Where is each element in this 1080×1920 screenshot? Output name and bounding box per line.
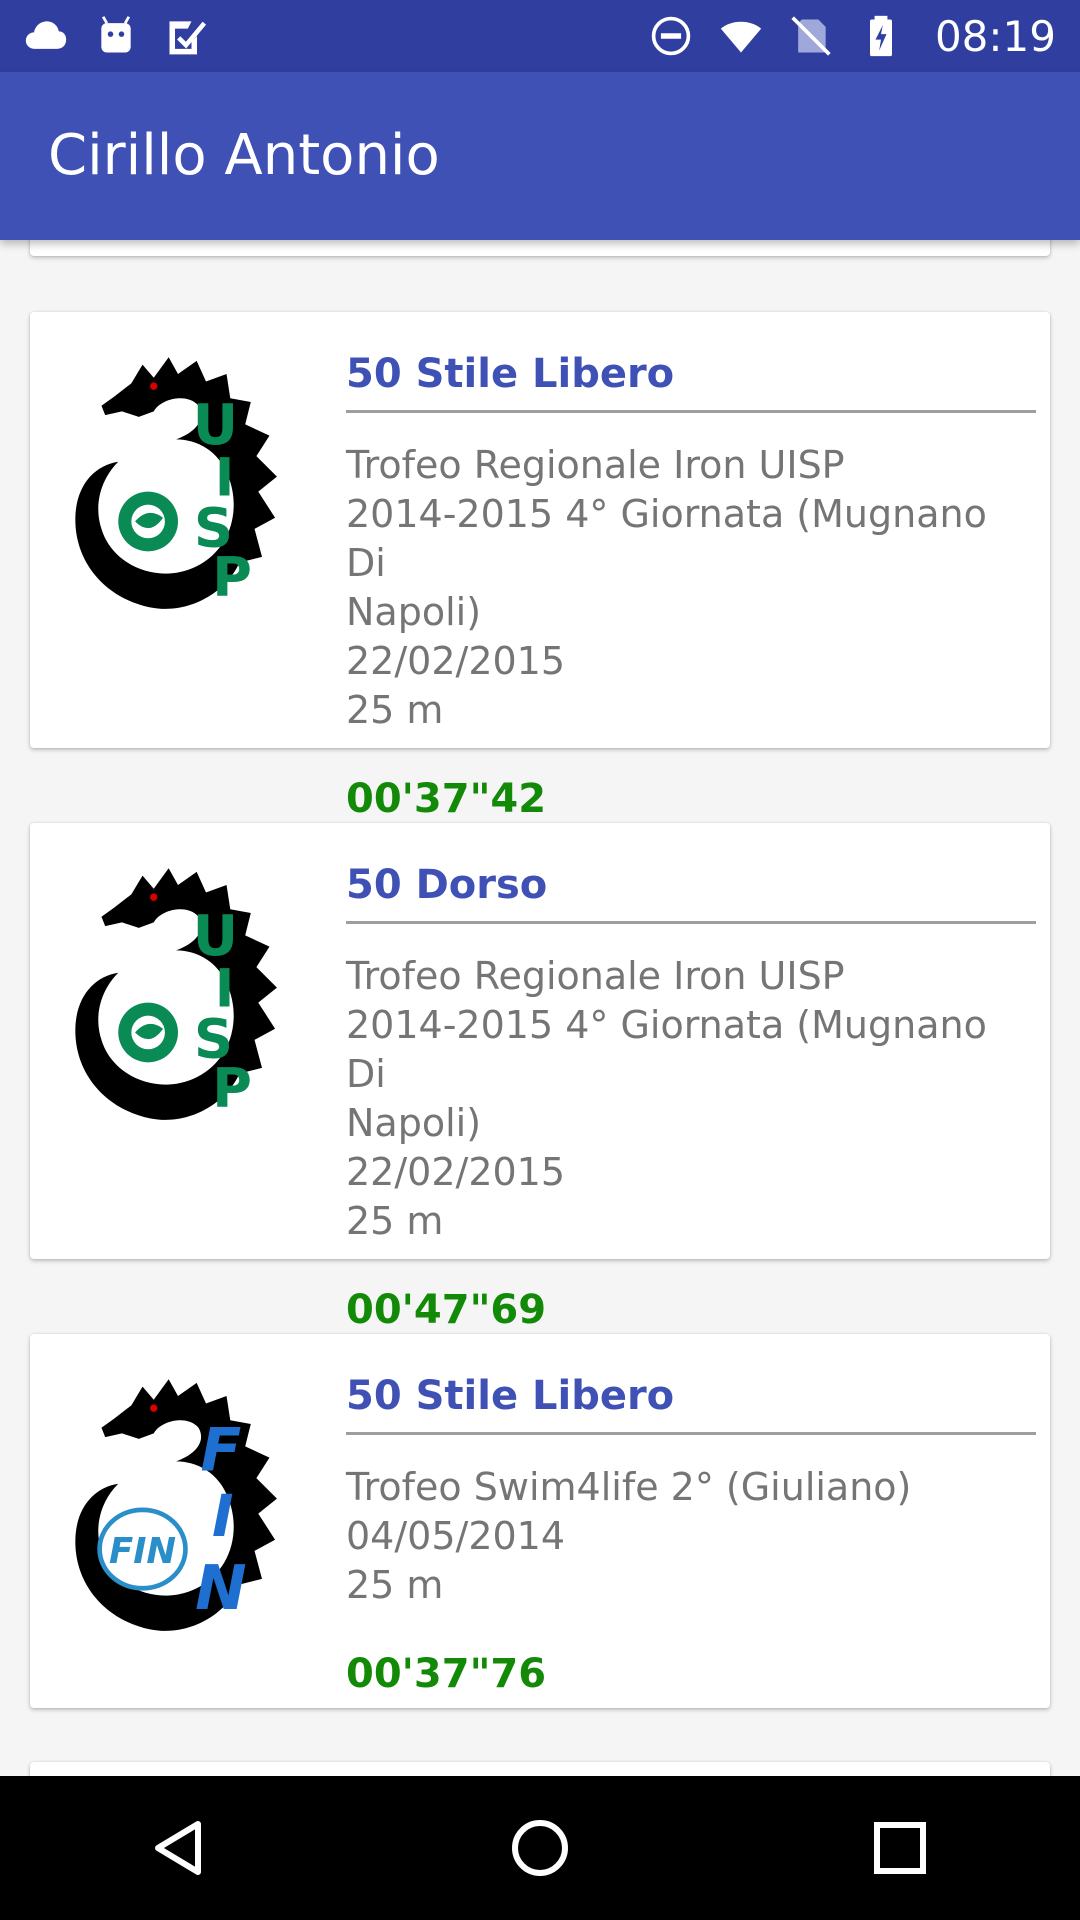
result-time: 00'37"42 xyxy=(346,776,547,822)
recents-icon xyxy=(874,1822,926,1874)
result-card-partial[interactable] xyxy=(30,240,1050,256)
result-time: 00'47"69 xyxy=(346,1287,547,1333)
navigation-bar xyxy=(0,1776,1080,1920)
result-card-partial[interactable] xyxy=(30,1762,1050,1776)
card-body: 50 Dorso Trofeo Regionale Iron UISP 2014… xyxy=(346,857,1036,1336)
screen: 08:19 Cirillo Antonio U I S P 50 Stile L… xyxy=(0,0,1080,1920)
home-icon xyxy=(512,1820,568,1876)
no-sim-icon xyxy=(791,16,831,56)
recents-button[interactable] xyxy=(840,1788,960,1908)
pool-length: 25 m xyxy=(346,1199,444,1243)
meet-name-line: Trofeo Regionale Iron UISP xyxy=(346,443,845,487)
result-card[interactable]: U I S P 50 Stile Libero Trofeo Regionale… xyxy=(30,312,1050,822)
meet-name-line: Trofeo Swim4life 2° (Giuliano) xyxy=(346,1465,912,1509)
back-icon xyxy=(155,1821,201,1875)
fin-logo: F I N FIN xyxy=(75,1379,277,1631)
do-not-disturb-icon xyxy=(651,16,691,56)
meet-info: Trofeo Regionale Iron UISP 2014-2015 4° … xyxy=(346,952,1036,1246)
app-bar: Cirillo Antonio xyxy=(0,72,1080,240)
task-check-icon xyxy=(169,21,207,55)
meet-name-line: Napoli) xyxy=(346,590,482,634)
svg-text:N: N xyxy=(195,1552,247,1624)
meet-name-line: Trofeo Regionale Iron UISP xyxy=(346,954,845,998)
meet-date: 04/05/2014 xyxy=(346,1514,566,1558)
app-title: Cirillo Antonio xyxy=(48,123,440,188)
meet-date: 22/02/2015 xyxy=(346,1150,566,1194)
svg-text:FIN: FIN xyxy=(109,1531,176,1572)
status-left xyxy=(24,14,208,58)
svg-text:I: I xyxy=(212,1482,234,1550)
meet-name-line: 2014-2015 4° Giornata (Mugnano Di xyxy=(346,492,987,585)
status-right: 08:19 xyxy=(649,12,1056,61)
meet-info: Trofeo Regionale Iron UISP 2014-2015 4° … xyxy=(346,441,1036,735)
result-time: 00'37"76 xyxy=(346,1651,547,1697)
back-button[interactable] xyxy=(120,1788,240,1908)
status-time: 08:19 xyxy=(934,11,1056,61)
pool-length: 25 m xyxy=(346,688,444,732)
result-card[interactable]: F I N FIN 50 Stile Libero Trofeo Swim4li… xyxy=(30,1334,1050,1708)
event-title: 50 Stile Libero xyxy=(346,1368,1036,1435)
svg-text:P: P xyxy=(212,546,252,609)
results-list[interactable]: U I S P 50 Stile Libero Trofeo Regionale… xyxy=(0,240,1080,1776)
wifi-icon xyxy=(720,21,762,53)
meet-info: Trofeo Swim4life 2° (Giuliano) 04/05/201… xyxy=(346,1463,1036,1610)
card-body: 50 Stile Libero Trofeo Regionale Iron UI… xyxy=(346,346,1036,825)
uisp-logo: U I S P xyxy=(75,868,277,1120)
meet-date: 22/02/2015 xyxy=(346,639,566,683)
result-card[interactable]: U I S P 50 Dorso Trofeo Regionale Iron U… xyxy=(30,823,1050,1333)
battery-charging-icon xyxy=(869,15,892,57)
status-bar: 08:19 xyxy=(0,0,1080,72)
android-icon xyxy=(101,16,131,53)
meet-name-line: 2014-2015 4° Giornata (Mugnano Di xyxy=(346,1003,987,1096)
pool-length: 25 m xyxy=(346,1563,444,1607)
uisp-logo: U I S P xyxy=(75,357,277,609)
home-button[interactable] xyxy=(480,1788,600,1908)
event-title: 50 Dorso xyxy=(346,857,1036,924)
svg-text:F: F xyxy=(201,1417,242,1486)
card-body: 50 Stile Libero Trofeo Swim4life 2° (Giu… xyxy=(346,1368,1036,1700)
cloud-icon xyxy=(25,21,67,49)
svg-text:P: P xyxy=(212,1057,252,1120)
meet-name-line: Napoli) xyxy=(346,1101,482,1145)
event-title: 50 Stile Libero xyxy=(346,346,1036,413)
